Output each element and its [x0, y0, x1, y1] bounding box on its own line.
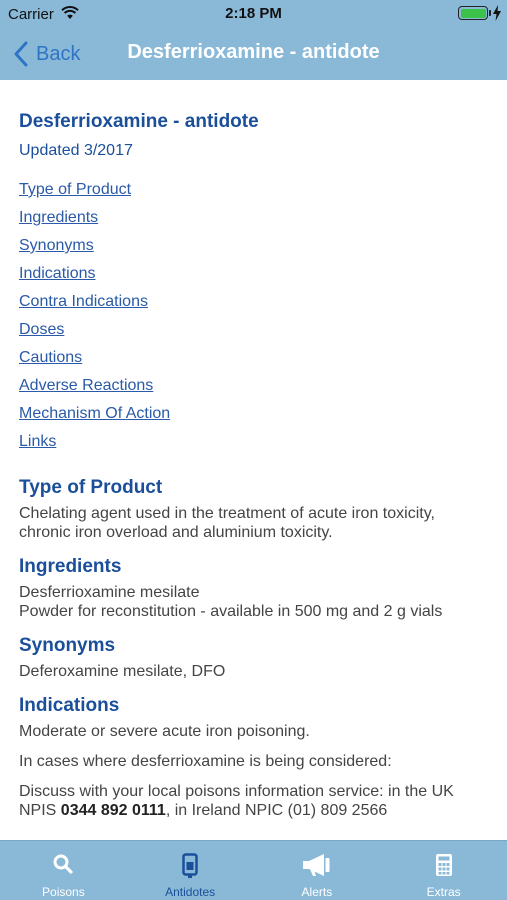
section-heading: Type of Product — [19, 477, 163, 498]
nav-title: Desferrioxamine - antidote — [127, 41, 380, 63]
ingredient-line: Desferrioxamine mesilate — [19, 584, 200, 601]
tab-label: Antidotes — [165, 885, 216, 899]
tab-alerts[interactable]: Alerts — [254, 841, 381, 900]
contact-text: , in Ireland NPIC (01) 809 2566 — [165, 802, 388, 819]
section-indications: Indications Moderate or severe acute iro… — [19, 694, 488, 820]
section-synonyms: Synonyms Deferoxamine mesilate, DFO — [19, 634, 488, 681]
section-type-of-product: Type of Product Chelating agent used in … — [19, 476, 488, 542]
section-text: In cases where desferrioxamine is being … — [19, 753, 392, 770]
toc-link-contra-indications[interactable]: Contra Indications — [19, 288, 488, 316]
tab-label: Alerts — [301, 885, 333, 899]
tab-label: Poisons — [42, 885, 85, 899]
tab-extras[interactable]: Extras — [380, 841, 507, 900]
megaphone-icon — [302, 854, 330, 876]
section-text: Moderate or severe acute iron poisoning. — [19, 723, 310, 740]
status-time: 2:18 PM — [225, 5, 282, 22]
section-text: Discuss with your local poisons informat… — [19, 782, 488, 820]
toc-link-doses[interactable]: Doses — [19, 316, 488, 344]
section-heading: Ingredients — [19, 556, 122, 577]
toc-link-mechanism-of-action[interactable]: Mechanism Of Action — [19, 400, 488, 428]
updated-date: Updated 3/2017 — [19, 142, 133, 159]
section-ingredients: Ingredients Desferrioxamine mesilate Pow… — [19, 555, 488, 621]
antidote-vial-icon — [182, 853, 198, 878]
top-header: Carrier 2:18 PM Back Desferrioxamine - a… — [0, 0, 507, 80]
tab-bar: Poisons Antidotes Alerts Extras — [0, 840, 507, 900]
navigation-bar: Back Desferrioxamine - antidote — [0, 28, 507, 80]
section-text: Deferoxamine mesilate, DFO — [19, 663, 226, 680]
status-bar: Carrier 2:18 PM — [0, 0, 507, 28]
calculator-icon — [435, 854, 452, 876]
section-heading: Synonyms — [19, 635, 116, 656]
toc-link-cautions[interactable]: Cautions — [19, 344, 488, 372]
uk-phone-number[interactable]: 0344 892 0111 — [61, 802, 166, 819]
section-text: Desferrioxamine mesilate Powder for reco… — [19, 583, 488, 621]
toc-link-ingredients[interactable]: Ingredients — [19, 204, 488, 232]
document-title: Desferrioxamine - antidote — [19, 111, 259, 132]
search-icon — [53, 854, 73, 874]
table-of-contents: Type of Product Ingredients Synonyms Ind… — [19, 176, 488, 456]
toc-link-adverse-reactions[interactable]: Adverse Reactions — [19, 372, 488, 400]
content-scroll-area[interactable]: Desferrioxamine - antidote Updated 3/201… — [0, 80, 507, 840]
charging-bolt-icon — [493, 5, 501, 21]
toc-link-indications[interactable]: Indications — [19, 260, 488, 288]
toc-link-links[interactable]: Links — [19, 428, 488, 456]
battery-cap — [489, 10, 491, 16]
tab-poisons[interactable]: Poisons — [0, 841, 127, 900]
battery-icon — [458, 6, 488, 20]
tab-label: Extras — [426, 885, 461, 899]
tab-antidotes[interactable]: Antidotes — [127, 841, 254, 900]
toc-link-type-of-product[interactable]: Type of Product — [19, 176, 488, 204]
section-heading: Indications — [19, 695, 120, 716]
ingredient-line: Powder for reconstitution - available in… — [19, 603, 443, 620]
toc-link-synonyms[interactable]: Synonyms — [19, 232, 488, 260]
section-text: Chelating agent used in the treatment of… — [19, 505, 435, 541]
